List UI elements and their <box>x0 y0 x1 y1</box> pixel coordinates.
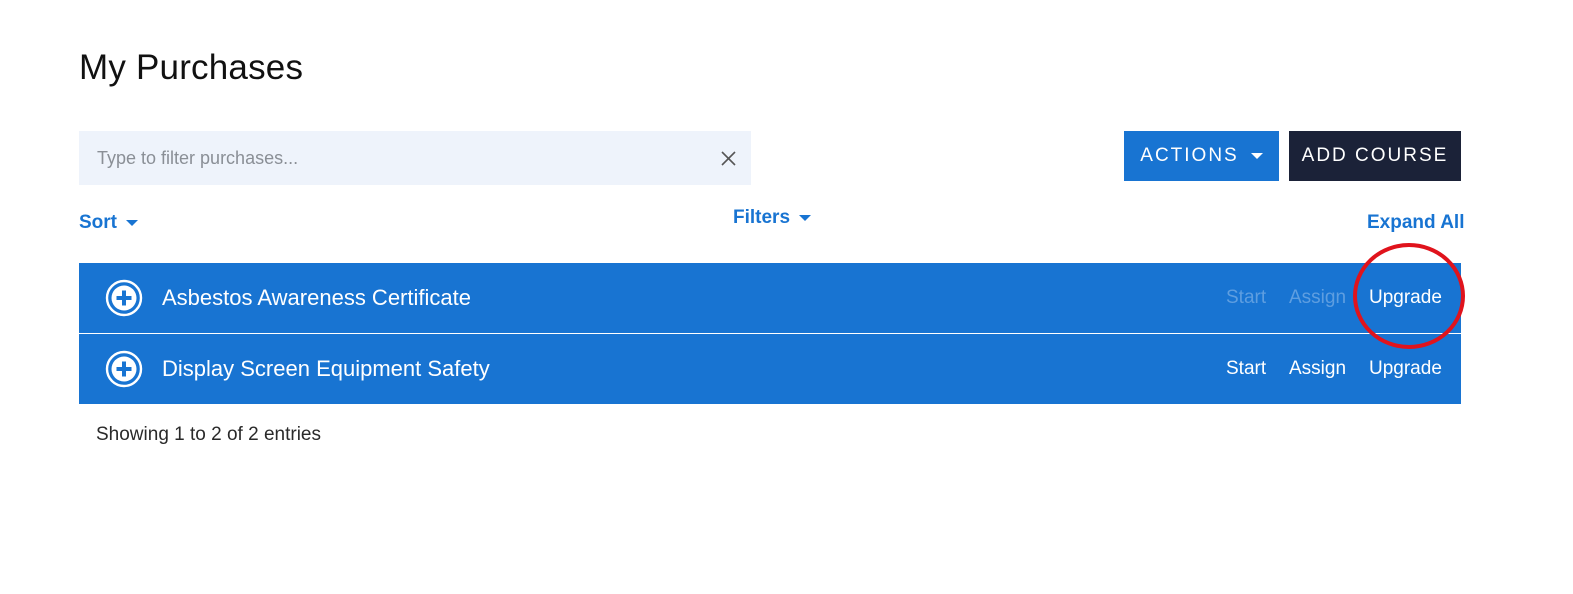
purchase-title: Display Screen Equipment Safety <box>162 356 490 381</box>
sort-dropdown[interactable]: Sort <box>79 212 138 234</box>
assign-link: Assign <box>1289 287 1347 308</box>
purchase-row[interactable]: Display Screen Equipment Safety Start As… <box>79 334 1461 404</box>
filters-label: Filters <box>733 207 791 228</box>
caret-down-icon <box>126 220 138 226</box>
purchase-row[interactable]: Asbestos Awareness Certificate Start Ass… <box>79 263 1461 333</box>
purchase-title: Asbestos Awareness Certificate <box>162 285 471 310</box>
page-title: My Purchases <box>79 48 304 87</box>
start-link: Start <box>1226 287 1267 308</box>
expand-all-label: Expand All <box>1367 212 1465 233</box>
actions-button[interactable]: ACTIONS <box>1124 131 1279 181</box>
search-box <box>79 131 751 185</box>
caret-down-icon <box>799 215 812 221</box>
start-link[interactable]: Start <box>1226 334 1266 404</box>
caret-down-icon <box>1250 153 1263 159</box>
assign-link[interactable]: Assign <box>1289 334 1346 404</box>
actions-button-label: ACTIONS <box>1140 145 1239 166</box>
upgrade-link[interactable]: Upgrade <box>1369 263 1442 333</box>
add-course-button-label: ADD COURSE <box>1301 145 1449 166</box>
search-input[interactable] <box>79 131 699 185</box>
entries-info: Showing 1 to 2 of 2 entries <box>96 424 321 445</box>
upgrade-link[interactable]: Upgrade <box>1369 334 1442 404</box>
filters-dropdown[interactable]: Filters <box>733 207 812 229</box>
plus-circle-icon[interactable] <box>105 350 143 388</box>
close-icon[interactable] <box>721 151 736 166</box>
expand-all-link[interactable]: Expand All <box>1367 212 1464 234</box>
plus-circle-icon[interactable] <box>105 279 143 317</box>
add-course-button[interactable]: ADD COURSE <box>1289 131 1461 181</box>
sort-label: Sort <box>79 212 117 233</box>
